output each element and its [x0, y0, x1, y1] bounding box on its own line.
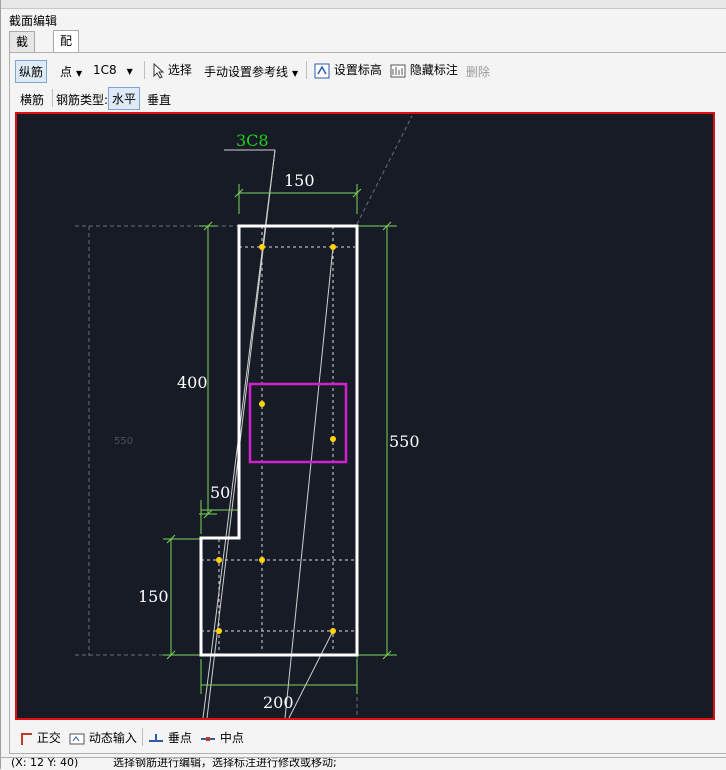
- delete-button[interactable]: 删除: [466, 63, 490, 80]
- section-editor-window: 截面编辑 截面 配筋 纵筋 点▼ 1C8▼ 选择 手动设置参考线▼ 设置标高 隐…: [0, 0, 726, 770]
- rebar-point: [216, 557, 222, 563]
- perpendicular-label: 垂点: [167, 731, 192, 745]
- toolbar-separator: [306, 61, 307, 79]
- ortho-label: 正交: [36, 731, 61, 745]
- coordinate-readout: (X: 12 Y: 40): [11, 757, 79, 769]
- hide-annotation-label: 隐藏标注: [409, 63, 458, 77]
- toolbar-separator: [52, 89, 53, 107]
- mode-dropdown[interactable]: 点 ▼: [60, 63, 82, 80]
- tab-section[interactable]: 截面: [9, 31, 36, 70]
- reference-line-label: 手动设置参考线: [204, 65, 289, 79]
- status-bar: (X: 12 Y: 40) 选择钢筋进行编辑，选择标注进行修改或移动;: [1, 757, 726, 770]
- hide-annotation-icon: [390, 64, 406, 77]
- perpendicular-snap-button[interactable]: 垂点: [148, 729, 192, 746]
- vertical-button[interactable]: 垂直: [147, 91, 171, 108]
- rebar-point: [330, 628, 336, 634]
- chevron-down-icon: ▼: [126, 67, 133, 76]
- rebar-point: [259, 401, 265, 407]
- ortho-button[interactable]: 正交: [19, 729, 61, 746]
- rebar-type-label: 钢筋类型:: [56, 93, 109, 107]
- select-button[interactable]: 选择: [152, 61, 192, 79]
- top-strip: [1, 0, 726, 9]
- chevron-down-icon: ▼: [76, 69, 83, 78]
- midpoint-icon: [201, 736, 215, 741]
- hide-annotation-button[interactable]: 隐藏标注: [390, 61, 458, 79]
- status-hint: 选择钢筋进行编辑，选择标注进行修改或移动;: [113, 757, 337, 769]
- horizontal-button[interactable]: 水平: [108, 87, 141, 110]
- rebar-point: [259, 244, 265, 250]
- mode-value: 点: [60, 65, 73, 79]
- toolbar-separator: [144, 61, 145, 79]
- dim-right-label[interactable]: 550: [389, 432, 420, 451]
- rebar-point: [216, 628, 222, 634]
- dim-left-label[interactable]: 400: [177, 373, 208, 392]
- tab-reinforcement[interactable]: 配筋: [53, 30, 80, 69]
- dynamic-input-label: 动态输入: [88, 731, 137, 745]
- rebar-point: [259, 557, 265, 563]
- select-label: 选择: [167, 63, 192, 77]
- rebar-point: [330, 436, 336, 442]
- window-title: 截面编辑: [9, 14, 58, 28]
- longitudinal-rebar-button[interactable]: 纵筋: [15, 60, 48, 83]
- elevation-icon: [314, 63, 330, 78]
- cursor-arrow-icon: [153, 62, 164, 79]
- toolbar-separator: [142, 728, 143, 746]
- dimension-lines: [163, 184, 397, 694]
- section-drawing[interactable]: 3C8 150 400 550 50 150 200 550: [17, 114, 713, 718]
- rebar-points[interactable]: [216, 244, 336, 634]
- dynamic-input-icon: [69, 733, 85, 744]
- set-elevation-button[interactable]: 设置标高: [314, 61, 382, 79]
- midpoint-label: 中点: [219, 731, 244, 745]
- selection-rectangle[interactable]: [248, 382, 348, 464]
- rebar-point: [330, 244, 336, 250]
- dim-lower-left-label[interactable]: 150: [138, 587, 169, 606]
- midpoint-snap-button[interactable]: 中点: [200, 729, 244, 746]
- transverse-rebar-button[interactable]: 横筋: [20, 91, 44, 108]
- rebar-spec-value: 1C8: [93, 63, 117, 77]
- perpendicular-icon: [149, 733, 163, 742]
- drawing-canvas[interactable]: 3C8 150 400 550 50 150 200 550: [15, 112, 715, 720]
- rebar-label[interactable]: 3C8: [236, 131, 269, 150]
- set-elevation-label: 设置标高: [333, 63, 382, 77]
- ortho-icon: [21, 732, 32, 745]
- faint-dim-label: 550: [114, 436, 133, 447]
- rebar-spec-dropdown[interactable]: 1C8 ▼: [93, 63, 133, 77]
- dim-bottom-label[interactable]: 200: [263, 693, 294, 712]
- dynamic-input-button[interactable]: 动态输入: [69, 729, 137, 746]
- leader-lines: [202, 149, 334, 718]
- dim-step-label[interactable]: 50: [210, 483, 230, 502]
- reference-line-dropdown[interactable]: 手动设置参考线 ▼: [204, 63, 298, 80]
- chevron-down-icon: ▼: [292, 69, 299, 78]
- dim-top-label[interactable]: 150: [284, 171, 315, 190]
